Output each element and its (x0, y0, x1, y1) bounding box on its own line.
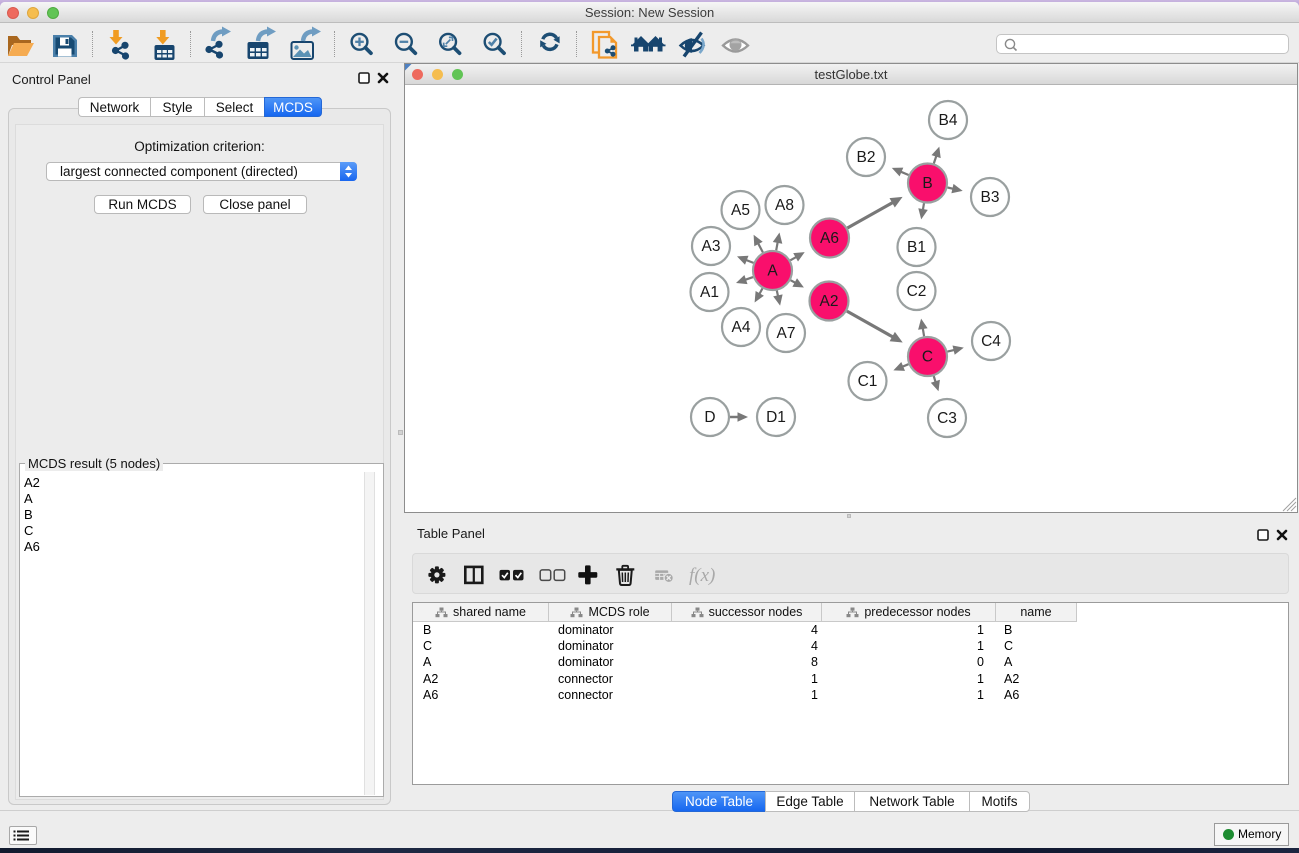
svg-text:C2: C2 (907, 283, 927, 300)
svg-text:D1: D1 (766, 409, 786, 426)
svg-text:A4: A4 (732, 319, 751, 336)
svg-text:A7: A7 (777, 325, 796, 342)
svg-text:A8: A8 (775, 197, 794, 214)
svg-text:f(x): f(x) (689, 565, 715, 586)
svg-text:A1: A1 (700, 284, 719, 301)
svg-text:A6: A6 (820, 230, 839, 247)
svg-text:C1: C1 (858, 373, 878, 390)
svg-text:B3: B3 (981, 189, 1000, 206)
svg-text:B1: B1 (907, 239, 926, 256)
svg-text:B2: B2 (857, 149, 876, 166)
svg-text:D: D (704, 409, 715, 426)
svg-text:A3: A3 (702, 238, 721, 255)
svg-text:C: C (922, 349, 933, 366)
svg-text:A: A (767, 263, 778, 280)
svg-text:A5: A5 (731, 202, 750, 219)
svg-text:B4: B4 (939, 112, 958, 129)
svg-text:A2: A2 (820, 293, 839, 310)
svg-text:B: B (922, 175, 932, 192)
svg-text:C4: C4 (981, 333, 1001, 350)
svg-text:C3: C3 (937, 410, 957, 427)
